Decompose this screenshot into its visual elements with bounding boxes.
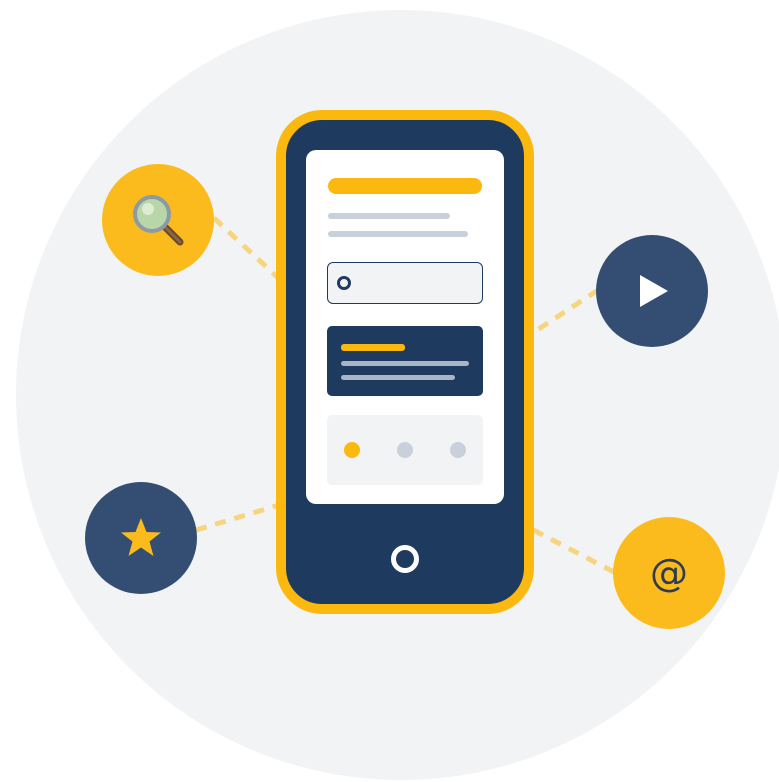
play-badge: [596, 235, 708, 347]
carousel-dot-active[interactable]: [344, 442, 360, 458]
star-icon: [121, 518, 161, 556]
card-text-placeholder: [341, 361, 469, 366]
title-placeholder-bar: [328, 178, 482, 194]
text-placeholder-line: [328, 213, 450, 219]
content-card[interactable]: [327, 326, 483, 396]
carousel-dot[interactable]: [397, 442, 413, 458]
at-sign-badge: @: [613, 517, 725, 629]
carousel-indicator-panel: [327, 415, 483, 485]
star-badge: [85, 482, 197, 594]
app-illustration: @: [0, 0, 779, 782]
magnifier-icon: [133, 195, 184, 246]
text-placeholder-line: [328, 231, 468, 237]
phone-screen: [306, 150, 504, 504]
at-sign-icon: @: [650, 551, 688, 595]
card-title-placeholder: [341, 344, 405, 351]
play-icon: [640, 275, 668, 307]
phone-device: [276, 110, 534, 614]
search-field[interactable]: [327, 262, 483, 304]
search-circle-icon: [337, 276, 351, 290]
carousel-dot[interactable]: [450, 442, 466, 458]
home-button[interactable]: [391, 545, 419, 573]
search-badge: [102, 164, 214, 276]
card-text-placeholder: [341, 375, 455, 380]
